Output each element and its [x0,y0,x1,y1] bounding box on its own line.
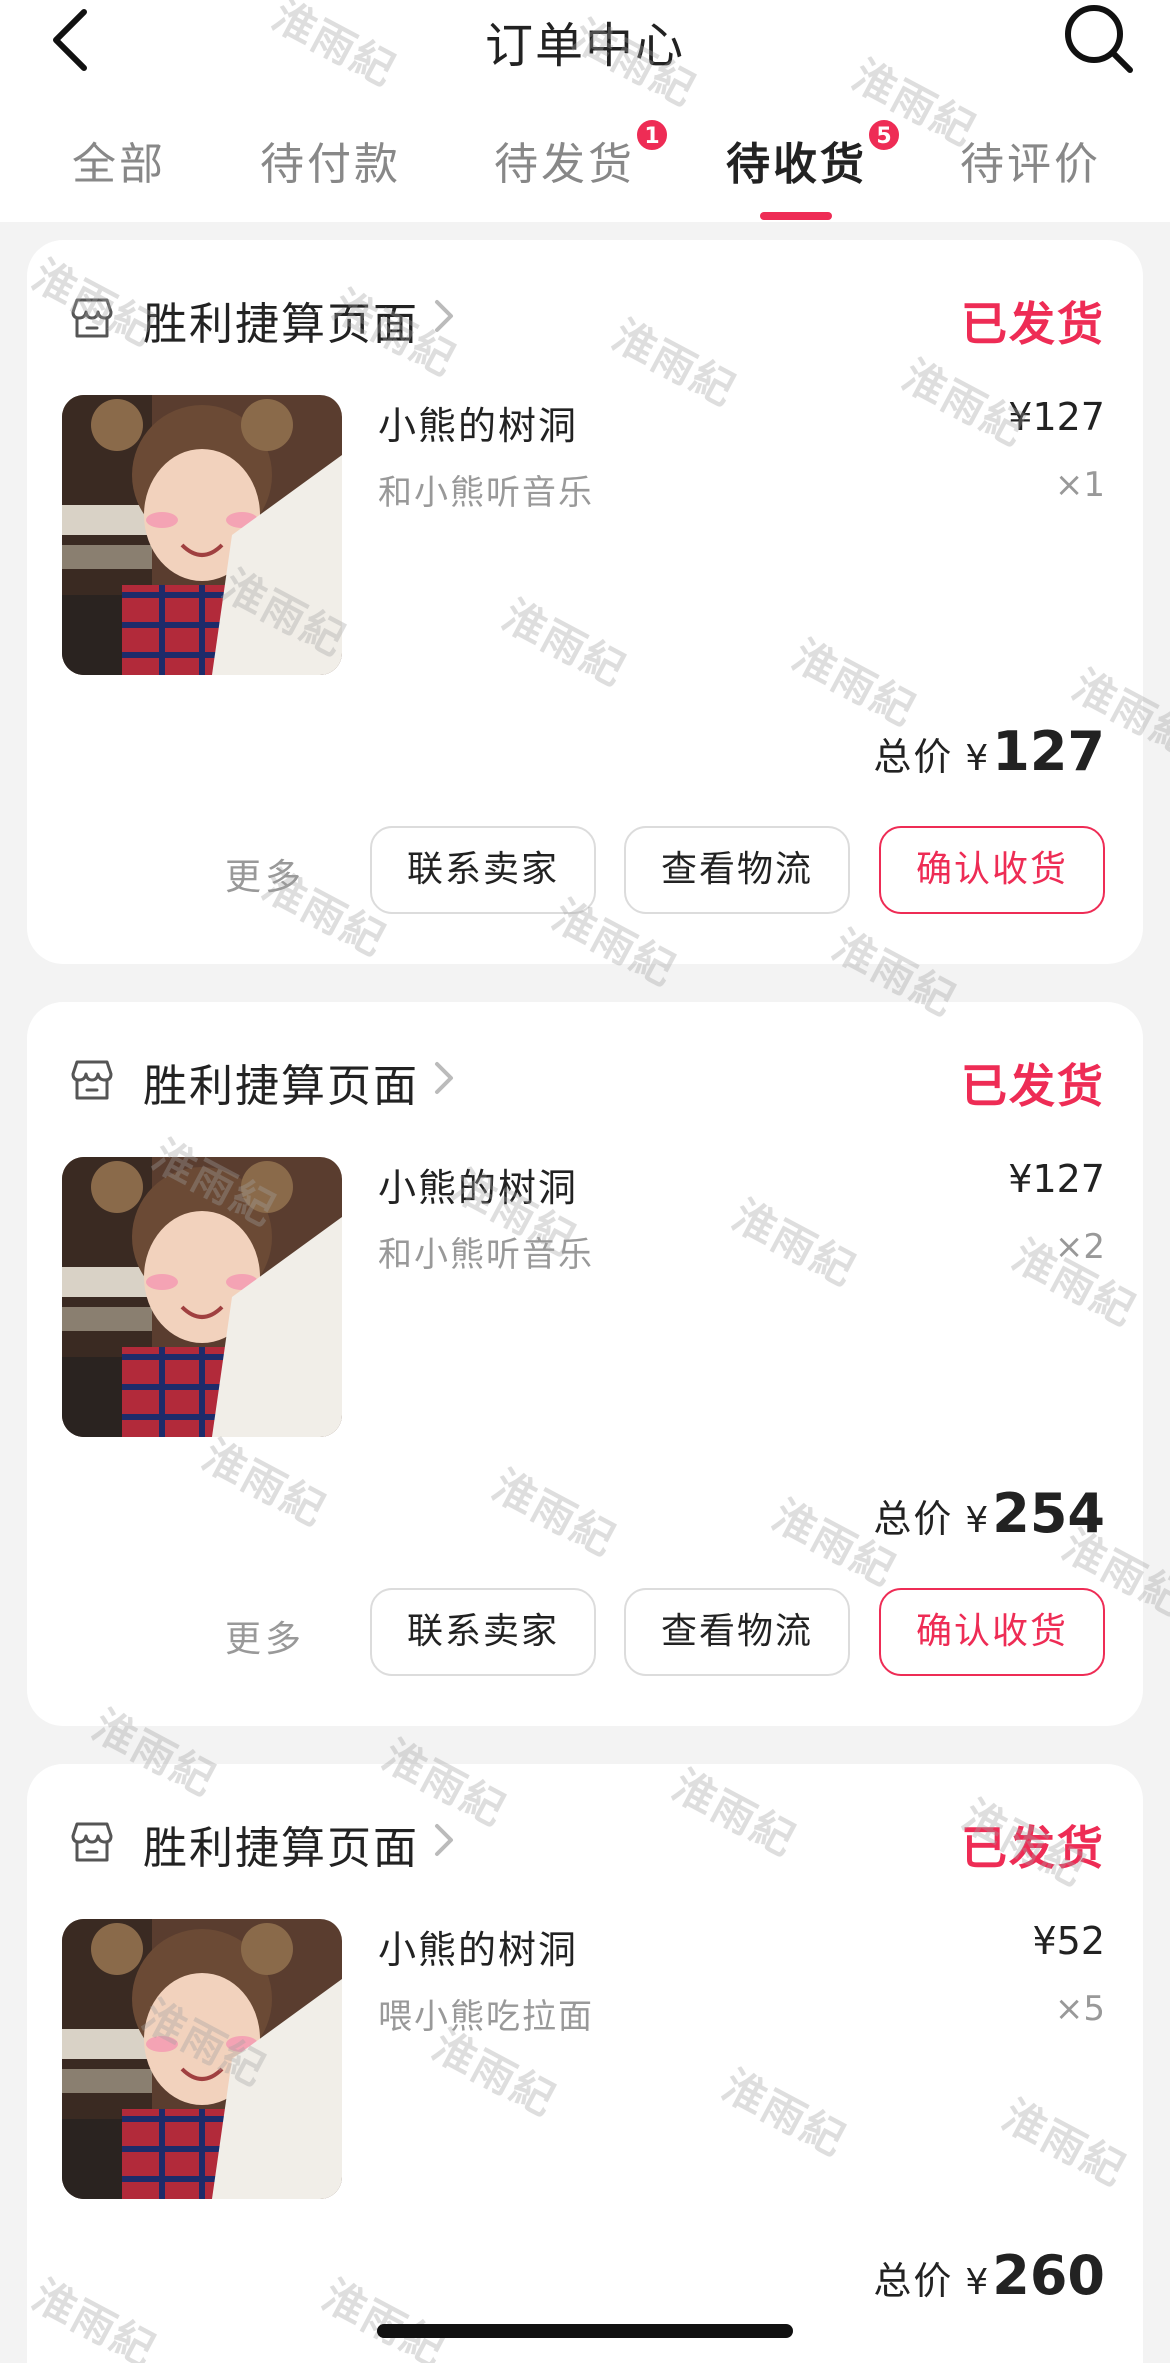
product-thumbnail[interactable] [62,1919,342,2199]
order-total: 总价 ¥260 [873,2244,1105,2307]
product-price: ¥127 [1008,1157,1105,1201]
total-label: 总价 [873,2259,954,2303]
active-tab-indicator [760,212,832,220]
product-quantity: ×1 [1054,465,1105,505]
product-name[interactable]: 小熊的树洞 [378,395,578,450]
product-name[interactable]: 小熊的树洞 [378,1919,578,1974]
home-indicator[interactable] [377,2324,793,2338]
chevron-right-icon[interactable] [429,1820,459,1860]
store-icon [71,1822,113,1862]
product-name[interactable]: 小熊的树洞 [378,1157,578,1212]
total-label: 总价 [873,735,954,779]
product-spec: 喂小熊吃拉面 [378,1997,594,2037]
store-name[interactable]: 胜利捷算页面 [143,1050,419,1114]
view-logistics-button[interactable]: 查看物流 [624,1588,850,1676]
product-price: ¥52 [1032,1919,1105,1963]
store-name[interactable]: 胜利捷算页面 [143,288,419,352]
view-logistics-button[interactable]: 查看物流 [624,826,850,914]
currency-symbol: ¥ [965,738,989,779]
order-card: 胜利捷算页面 已发货 小熊的树洞 和小熊听音乐 ¥127 ×1 总价 ¥127 更… [27,240,1143,964]
confirm-receipt-button[interactable]: 确认收货 [879,1588,1105,1676]
more-link[interactable]: 更多 [225,1610,305,1662]
tab-pending-shipment[interactable]: 待发货 1 [494,118,669,192]
app-header: 订单中心 全部 待付款 待发货 1 待收货 5 待评价 [0,0,1170,222]
total-amount: 260 [992,2244,1105,2307]
order-total: 总价 ¥254 [873,1482,1105,1545]
order-status: 已发货 [961,1059,1105,1113]
tab-badge: 1 [635,118,669,152]
order-status: 已发货 [961,297,1105,351]
tab-all[interactable]: 全部 [72,128,166,192]
total-amount: 254 [992,1482,1105,1545]
store-icon [71,298,113,338]
tab-pending-payment[interactable]: 待付款 [260,128,401,192]
product-price: ¥127 [1008,395,1105,439]
product-quantity: ×2 [1054,1227,1105,1267]
contact-seller-button[interactable]: 联系卖家 [370,826,596,914]
product-thumbnail[interactable] [62,395,342,675]
more-link[interactable]: 更多 [225,848,305,900]
tab-badge: 5 [867,118,901,152]
total-label: 总价 [873,1497,954,1541]
product-quantity: ×5 [1054,1989,1105,2029]
search-button[interactable] [1060,0,1136,76]
store-name[interactable]: 胜利捷算页面 [143,1812,419,1876]
total-amount: 127 [992,720,1105,783]
currency-symbol: ¥ [965,1500,989,1541]
store-icon [71,1060,113,1100]
product-spec: 和小熊听音乐 [378,1235,594,1275]
confirm-receipt-button[interactable]: 确认收货 [879,826,1105,914]
contact-seller-button[interactable]: 联系卖家 [370,1588,596,1676]
tab-label: 待发货 [494,139,635,190]
tab-pending-review[interactable]: 待评价 [960,128,1101,192]
chevron-right-icon[interactable] [429,1058,459,1098]
tab-pending-receipt[interactable]: 待收货 5 [726,118,901,192]
order-status: 已发货 [961,1821,1105,1875]
search-icon [1065,5,1133,73]
order-card: 胜利捷算页面 已发货 小熊的树洞 喂小熊吃拉面 ¥52 ×5 总价 ¥260 [27,1764,1143,2363]
order-card: 胜利捷算页面 已发货 小熊的树洞 和小熊听音乐 ¥127 ×2 总价 ¥254 更… [27,1002,1143,1726]
page-title: 订单中心 [484,18,685,74]
product-spec: 和小熊听音乐 [378,473,594,513]
tab-label: 待收货 [726,139,867,190]
currency-symbol: ¥ [965,2262,989,2303]
product-thumbnail[interactable] [62,1157,342,1437]
order-total: 总价 ¥127 [873,720,1105,783]
order-tabs: 全部 待付款 待发货 1 待收货 5 待评价 [0,118,1170,222]
chevron-right-icon[interactable] [429,296,459,336]
